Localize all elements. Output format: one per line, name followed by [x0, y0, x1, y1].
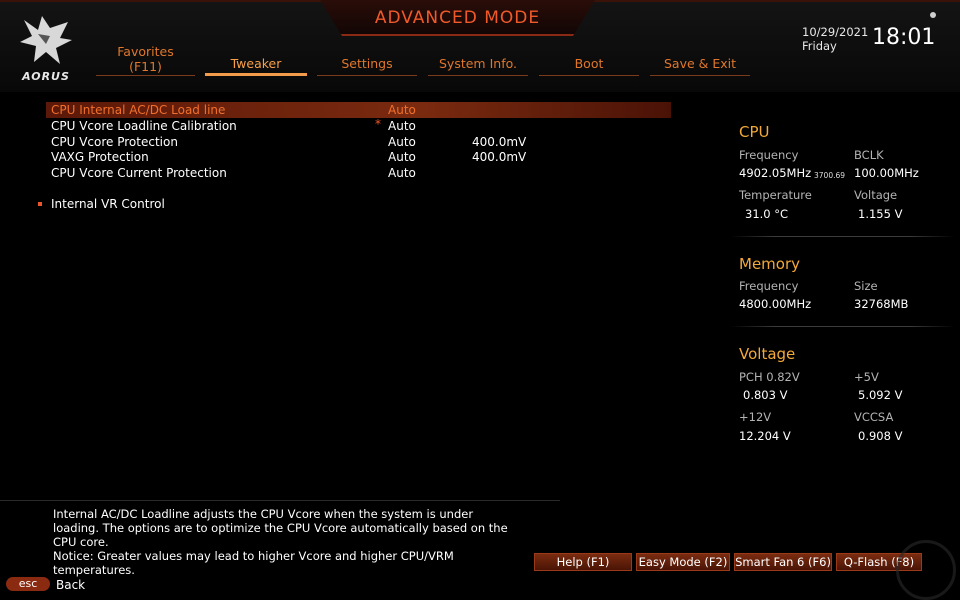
panel-separator	[730, 236, 955, 237]
mode-title: ADVANCED MODE	[374, 8, 541, 28]
setting-label: CPU Vcore Protection	[51, 135, 178, 149]
esc-key-button[interactable]: esc	[6, 577, 50, 591]
memory-panel-title: Memory	[739, 255, 801, 273]
voltage-vccsa-value: 0.908 V	[858, 429, 903, 443]
help-notice-line: Notice: Greater values may lead to highe…	[53, 549, 454, 577]
tab-system-info[interactable]: System Info.	[428, 56, 528, 76]
panel-separator	[730, 326, 955, 327]
setting-extra: 400.0mV	[472, 135, 527, 149]
setting-label: VAXG Protection	[51, 150, 149, 164]
aorus-eagle-icon	[20, 16, 72, 64]
back-label: Back	[56, 578, 86, 592]
cpu-frequency-label: Frequency	[739, 148, 799, 162]
smart-fan-button[interactable]: Smart Fan 6 (F6)	[734, 553, 832, 571]
voltage-pch-value: 0.803 V	[743, 388, 788, 402]
cpu-bclk-value: 100.00MHz	[854, 166, 919, 180]
cpu-frequency-value: 4902.05MHz	[739, 166, 812, 180]
memory-frequency-value: 4800.00MHz	[739, 297, 812, 311]
aorus-logo-text: AORUS	[22, 70, 70, 83]
setting-value[interactable]: Auto	[388, 103, 416, 117]
help-description: Internal AC/DC Loadline adjusts the CPU …	[53, 507, 513, 577]
submenu-internal-vr-control[interactable]: Internal VR Control	[51, 197, 351, 212]
status-dot-icon	[930, 12, 936, 18]
voltage-5v-value: 5.092 V	[858, 388, 903, 402]
submenu-bullet-icon	[38, 202, 42, 206]
time-display: 18:01	[872, 25, 936, 50]
modified-marker-icon: *	[375, 117, 381, 131]
help-text-line: Internal AC/DC Loadline adjusts the CPU …	[53, 507, 508, 549]
voltage-pch-label: PCH 0.82V	[739, 370, 800, 384]
memory-size-label: Size	[854, 279, 878, 293]
cpu-voltage-value: 1.155 V	[858, 207, 903, 221]
cpu-panel-title: CPU	[739, 123, 770, 141]
help-separator	[0, 500, 560, 501]
setting-label: CPU Vcore Current Protection	[51, 166, 227, 180]
voltage-5v-label: +5V	[854, 370, 879, 384]
cpu-voltage-label: Voltage	[854, 188, 898, 202]
setting-row-acdc-load-line[interactable]: CPU Internal AC/DC Load line Auto	[51, 103, 671, 118]
tab-settings[interactable]: Settings	[317, 56, 417, 76]
cpu-temperature-value: 31.0 °C	[745, 207, 789, 221]
setting-value[interactable]: Auto	[388, 150, 416, 164]
setting-value[interactable]: Auto	[388, 119, 416, 133]
help-button[interactable]: Help (F1)	[534, 553, 632, 571]
setting-label: CPU Vcore Loadline Calibration	[51, 119, 237, 133]
setting-label: CPU Internal AC/DC Load line	[51, 103, 226, 117]
cpu-temperature-label: Temperature	[739, 188, 812, 202]
setting-row-vcore-current-protection[interactable]: CPU Vcore Current Protection Auto	[51, 166, 671, 181]
memory-frequency-label: Frequency	[739, 279, 799, 293]
setting-row-loadline-calibration[interactable]: CPU Vcore Loadline Calibration Auto	[51, 119, 671, 134]
voltage-panel-title: Voltage	[739, 345, 796, 363]
tab-tweaker[interactable]: Tweaker	[205, 56, 307, 76]
voltage-12v-value: 12.204 V	[739, 429, 791, 443]
date-display: 10/29/2021	[802, 25, 869, 39]
setting-row-vaxg-protection[interactable]: VAXG Protection Auto 400.0mV	[51, 150, 671, 165]
tab-favorites[interactable]: Favorites (F11)	[96, 44, 195, 76]
memory-size-value: 32768MB	[854, 297, 909, 311]
watermark-logo-icon	[896, 540, 956, 600]
setting-extra: 400.0mV	[472, 150, 527, 164]
setting-value[interactable]: Auto	[388, 166, 416, 180]
setting-row-vcore-protection[interactable]: CPU Vcore Protection Auto 400.0mV	[51, 135, 671, 150]
submenu-label: Internal VR Control	[51, 197, 165, 211]
setting-value[interactable]: Auto	[388, 135, 416, 149]
tab-save-exit[interactable]: Save & Exit	[650, 56, 750, 76]
voltage-vccsa-label: VCCSA	[854, 410, 894, 424]
day-display: Friday	[802, 39, 837, 53]
cpu-bclk-label: BCLK	[854, 148, 884, 162]
easy-mode-button[interactable]: Easy Mode (F2)	[636, 553, 730, 571]
tab-boot[interactable]: Boot	[539, 56, 639, 76]
cpu-base-frequency: 3700.69	[814, 171, 846, 180]
voltage-12v-label: +12V	[739, 410, 772, 424]
